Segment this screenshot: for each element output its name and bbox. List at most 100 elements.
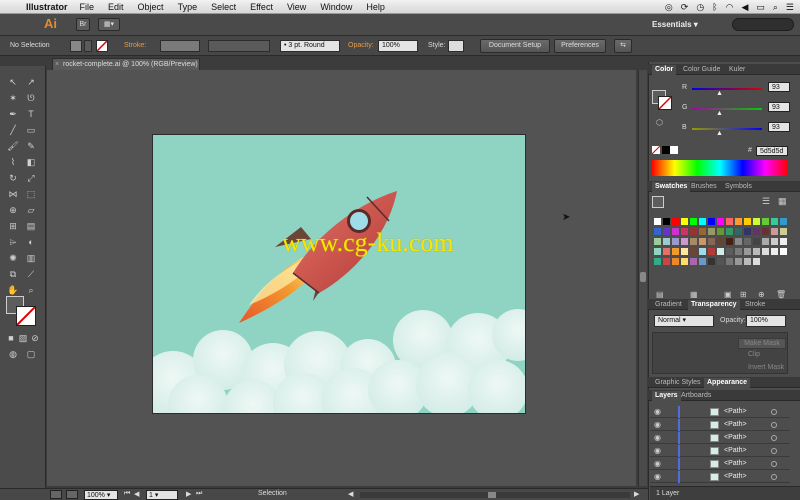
opacity-label[interactable]: Opacity: <box>348 42 374 49</box>
eraser-tool-icon[interactable]: ◧ <box>24 156 38 168</box>
color-swatch[interactable] <box>735 238 742 245</box>
variable-width-profile[interactable] <box>208 40 270 52</box>
screen-mode-icon[interactable]: ▢ <box>24 348 38 360</box>
new-swatch-icon[interactable]: ⊕ <box>758 290 765 299</box>
sync-icon[interactable]: ⟳ <box>681 2 689 13</box>
color-swatch[interactable] <box>690 218 697 225</box>
width-tool-icon[interactable]: ⋈ <box>6 188 20 200</box>
arrange-documents-button[interactable]: ▦▾ <box>98 18 120 31</box>
arrange-menu-icon[interactable]: ⇆ <box>614 39 632 53</box>
layer-row[interactable]: ◉ <Path> <box>650 432 790 444</box>
spotlight-icon[interactable]: ⌕ <box>773 2 778 13</box>
lasso-tool-icon[interactable]: ᘎ <box>24 92 38 104</box>
color-swatch[interactable] <box>708 248 715 255</box>
color-swatch[interactable] <box>699 228 706 235</box>
menu-window[interactable]: Window <box>320 2 352 12</box>
delete-swatch-icon[interactable]: 🗑 <box>776 290 786 299</box>
color-swatch[interactable] <box>672 228 679 235</box>
layer-name[interactable]: <Path> <box>724 434 747 441</box>
tab-color[interactable]: Color <box>652 65 677 75</box>
tab-kuler[interactable]: Kuler <box>726 65 748 75</box>
menu-view[interactable]: View <box>287 2 306 12</box>
next-artboard-button[interactable]: ▶ <box>186 490 191 498</box>
color-swatch[interactable] <box>753 248 760 255</box>
color-swatch[interactable] <box>771 218 778 225</box>
color-swatch[interactable] <box>672 258 679 265</box>
artboard-navigator-icon[interactable] <box>66 490 78 499</box>
opacity-field[interactable]: 100% <box>746 315 786 327</box>
none-swatch[interactable] <box>651 145 661 155</box>
opacity-field[interactable]: 100% <box>378 40 418 52</box>
new-color-group-icon[interactable]: ⊞ <box>740 290 747 299</box>
preferences-button[interactable]: Preferences <box>554 39 606 53</box>
wifi-icon[interactable]: ◠ <box>726 2 734 13</box>
layer-name[interactable]: <Path> <box>724 447 747 454</box>
stroke-swatch[interactable] <box>96 40 108 52</box>
visibility-eye-icon[interactable]: ◉ <box>654 459 661 468</box>
blend-mode-select[interactable]: Normal ▾ <box>654 315 714 327</box>
color-swatch[interactable] <box>771 248 778 255</box>
volume-icon[interactable]: ◀ <box>741 2 748 13</box>
layer-row[interactable]: ◉ <Path> <box>650 458 790 470</box>
color-swatch[interactable] <box>654 258 661 265</box>
color-swatch[interactable] <box>735 258 742 265</box>
perspective-grid-tool-icon[interactable]: ▱ <box>24 204 38 216</box>
notifications-icon[interactable]: ☰ <box>786 2 794 13</box>
draw-mode-icon[interactable]: ◍ <box>6 348 20 360</box>
color-swatch[interactable] <box>663 258 670 265</box>
color-swatch[interactable] <box>699 258 706 265</box>
white-swatch[interactable] <box>670 146 678 154</box>
make-mask-button[interactable]: Make Mask <box>738 338 786 349</box>
color-swatch[interactable] <box>744 238 751 245</box>
slice-tool-icon[interactable]: ⟋ <box>24 268 38 280</box>
g-slider-thumb-icon[interactable]: ▲ <box>716 110 723 117</box>
scale-tool-icon[interactable]: ⤢ <box>24 172 38 184</box>
color-swatch[interactable] <box>681 238 688 245</box>
color-swatch[interactable] <box>771 238 778 245</box>
menu-type[interactable]: Type <box>178 2 198 12</box>
eyedropper-tool-icon[interactable]: ⌲ <box>6 236 20 248</box>
color-swatch[interactable] <box>753 238 760 245</box>
vertical-scroll-thumb[interactable] <box>640 272 646 282</box>
layer-row[interactable]: ◉ <Path> <box>650 419 790 431</box>
target-circle-icon[interactable] <box>771 448 777 454</box>
swatch-fill-box[interactable] <box>652 196 664 208</box>
hex-value-field[interactable]: 5d5d5d <box>756 146 788 156</box>
none-mode-icon[interactable]: ⊘ <box>28 332 42 344</box>
color-swatch[interactable] <box>726 228 733 235</box>
first-artboard-button[interactable]: ⏮ <box>124 490 130 498</box>
help-search-input[interactable] <box>732 18 794 31</box>
color-swatch[interactable] <box>717 218 724 225</box>
color-swatch[interactable] <box>663 218 670 225</box>
color-swatch[interactable] <box>735 248 742 255</box>
color-swatch[interactable] <box>780 228 787 235</box>
blend-tool-icon[interactable]: ◐ <box>24 236 38 248</box>
color-swatch[interactable] <box>762 218 769 225</box>
tab-swatches[interactable]: Swatches <box>652 182 691 192</box>
layer-row[interactable]: ◉ <Path> <box>650 406 790 418</box>
color-swatch[interactable] <box>681 218 688 225</box>
line-tool-icon[interactable]: ╱ <box>6 124 20 136</box>
color-swatch[interactable] <box>654 238 661 245</box>
color-swatch[interactable] <box>708 228 715 235</box>
color-swatch[interactable] <box>654 218 661 225</box>
target-circle-icon[interactable] <box>771 461 777 467</box>
brush-definition[interactable]: • 3 pt. Round <box>280 40 340 52</box>
color-swatch[interactable] <box>717 248 724 255</box>
color-swatch[interactable] <box>753 228 760 235</box>
color-swatch[interactable] <box>717 238 724 245</box>
stroke-weight-field[interactable] <box>160 40 200 52</box>
target-circle-icon[interactable] <box>771 435 777 441</box>
invert-mask-checkbox[interactable]: Invert Mask <box>748 364 784 371</box>
color-swatch[interactable] <box>762 228 769 235</box>
workspace-switcher[interactable]: Essentials ▾ <box>646 17 716 32</box>
r-slider-thumb-icon[interactable]: ▲ <box>716 90 723 97</box>
color-swatch[interactable] <box>708 258 715 265</box>
vertical-scrollbar[interactable] <box>638 70 647 486</box>
tab-brushes[interactable]: Brushes <box>688 182 720 192</box>
b-slider[interactable] <box>692 128 762 130</box>
stroke-label[interactable]: Stroke: <box>124 42 146 49</box>
tab-symbols[interactable]: Symbols <box>722 182 755 192</box>
r-slider[interactable] <box>692 88 762 90</box>
menu-help[interactable]: Help <box>366 2 385 12</box>
